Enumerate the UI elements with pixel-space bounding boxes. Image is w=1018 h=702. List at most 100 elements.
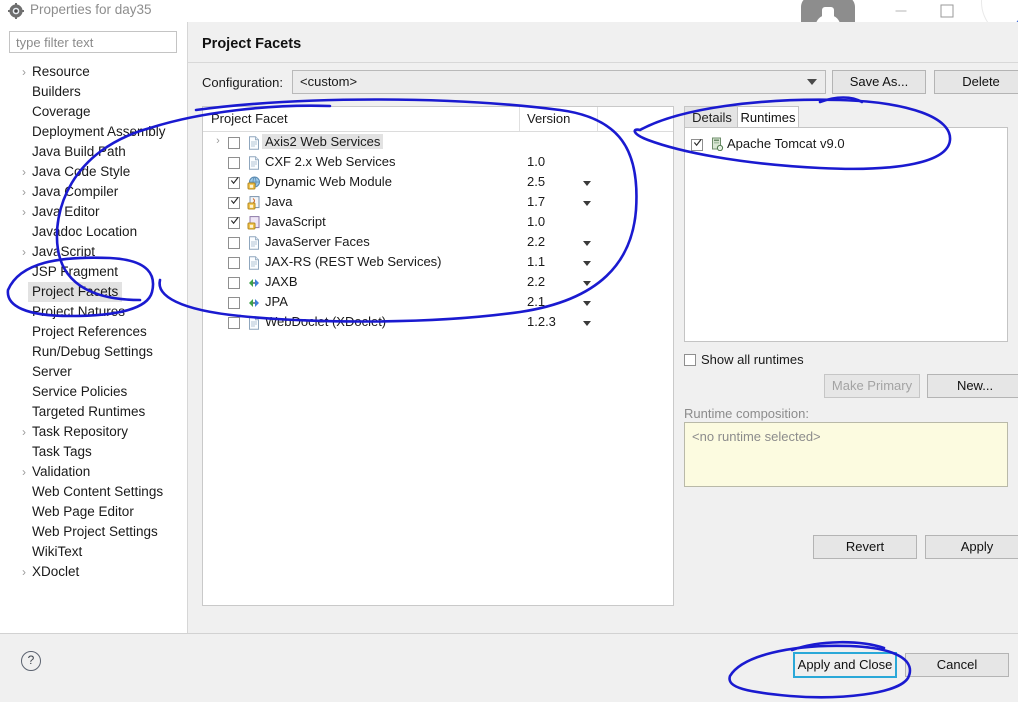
facet-checkbox[interactable]: [228, 157, 240, 169]
show-all-runtimes-box: [684, 354, 696, 366]
sidebar-item-label: Validation: [32, 464, 91, 479]
table-row[interactable]: JavaServer Faces 2.2: [203, 233, 673, 253]
show-all-runtimes-checkbox[interactable]: Show all runtimes: [684, 352, 804, 367]
help-icon[interactable]: ?: [21, 651, 41, 671]
sidebar-item-task-repository[interactable]: › Task Repository: [0, 422, 187, 442]
sidebar-item-javascript[interactable]: › JavaScript: [0, 242, 187, 262]
chevron-right-icon[interactable]: ›: [212, 135, 224, 147]
facet-checkbox[interactable]: [228, 237, 240, 249]
facet-version: 1.2.3: [527, 314, 556, 329]
chevron-right-icon[interactable]: ›: [18, 202, 30, 222]
facets-table[interactable]: Project Facet Version › Axis2 Web Service…: [202, 106, 674, 606]
chevron-right-icon[interactable]: ›: [18, 562, 30, 582]
sidebar-item-validation[interactable]: › Validation: [0, 462, 187, 482]
version-dropdown-icon[interactable]: [583, 321, 591, 326]
sidebar-item-jsp-fragment[interactable]: JSP Fragment: [0, 262, 187, 282]
apply-and-close-button[interactable]: Apply and Close: [793, 652, 897, 678]
sidebar-item-java-build-path[interactable]: Java Build Path: [0, 142, 187, 162]
sidebar-item-project-natures[interactable]: Project Natures: [0, 302, 187, 322]
facet-checkbox[interactable]: [228, 216, 240, 229]
chevron-right-icon[interactable]: ›: [18, 242, 30, 262]
page-title: Project Facets: [202, 36, 302, 52]
version-dropdown-icon[interactable]: [583, 281, 591, 286]
tab-details[interactable]: Details: [684, 106, 740, 128]
table-row[interactable]: › Axis2 Web Services: [203, 133, 673, 153]
facet-checkbox[interactable]: [228, 176, 240, 189]
table-row[interactable]: Dynamic Web Module 2.5: [203, 173, 673, 193]
sidebar-item-wikitext[interactable]: WikiText: [0, 542, 187, 562]
sidebar-item-deployment-assembly[interactable]: Deployment Assembly: [0, 122, 187, 142]
sidebar-item-label: Java Compiler: [32, 184, 119, 199]
sidebar-item-builders[interactable]: Builders: [0, 82, 187, 102]
sidebar-item-resource[interactable]: › Resource: [0, 62, 187, 82]
sidebar-item-javadoc-location[interactable]: Javadoc Location: [0, 222, 187, 242]
facet-doc-icon: [247, 136, 261, 150]
sidebar-item-java-editor[interactable]: › Java Editor: [0, 202, 187, 222]
sidebar-item-service-policies[interactable]: Service Policies: [0, 382, 187, 402]
facet-checkbox[interactable]: [228, 257, 240, 269]
sidebar-item-project-facets[interactable]: Project Facets: [0, 282, 187, 302]
table-row[interactable]: WebDoclet (XDoclet) 1.2.3: [203, 313, 673, 333]
chevron-right-icon[interactable]: ›: [18, 462, 30, 482]
revert-button[interactable]: Revert: [813, 535, 917, 559]
sidebar-item-label: Task Tags: [32, 444, 92, 459]
runtime-composition-box: <no runtime selected>: [684, 422, 1008, 487]
facet-name: Dynamic Web Module: [265, 174, 392, 189]
new-runtime-button[interactable]: New...: [927, 374, 1018, 398]
sidebar-item-task-tags[interactable]: Task Tags: [0, 442, 187, 462]
sidebar-item-java-compiler[interactable]: › Java Compiler: [0, 182, 187, 202]
save-as-button[interactable]: Save As...: [832, 70, 926, 94]
facet-checkbox[interactable]: [228, 317, 240, 329]
version-dropdown-icon[interactable]: [583, 241, 591, 246]
facet-checkbox[interactable]: [228, 277, 240, 289]
runtime-checkbox[interactable]: [691, 138, 703, 151]
facet-version: 2.2: [527, 274, 546, 289]
facet-arrows-icon: [247, 276, 261, 290]
chevron-right-icon[interactable]: ›: [18, 162, 30, 182]
configuration-select[interactable]: <custom>: [292, 70, 826, 94]
version-dropdown-icon[interactable]: [583, 261, 591, 266]
chevron-right-icon[interactable]: ›: [18, 182, 30, 202]
apply-button[interactable]: Apply: [925, 535, 1018, 559]
sidebar-item-coverage[interactable]: Coverage: [0, 102, 187, 122]
sidebar-item-server[interactable]: Server: [0, 362, 187, 382]
sidebar-item-web-page-editor[interactable]: Web Page Editor: [0, 502, 187, 522]
table-row[interactable]: CXF 2.x Web Services 1.0: [203, 153, 673, 173]
delete-label: Delete: [962, 74, 1000, 89]
table-row[interactable]: JAXB 2.2: [203, 273, 673, 293]
runtimes-list[interactable]: Apache Tomcat v9.0: [684, 127, 1008, 342]
sidebar-item-xdoclet[interactable]: › XDoclet: [0, 562, 187, 582]
delete-button[interactable]: Delete: [934, 70, 1018, 94]
sidebar-item-java-code-style[interactable]: › Java Code Style: [0, 162, 187, 182]
table-row[interactable]: Java 1.7: [203, 193, 673, 213]
sidebar-item-run-debug-settings[interactable]: Run/Debug Settings: [0, 342, 187, 362]
runtime-composition-label: Runtime composition:: [684, 406, 809, 421]
sidebar-item-project-references[interactable]: Project References: [0, 322, 187, 342]
chevron-right-icon[interactable]: ›: [18, 422, 30, 442]
facet-checkbox[interactable]: [228, 137, 240, 149]
tab-runtimes[interactable]: Runtimes: [737, 106, 799, 128]
facet-web-icon: [247, 176, 261, 190]
table-row[interactable]: JPA 2.1: [203, 293, 673, 313]
sidebar-item-label: Project Facets: [28, 282, 123, 302]
facet-checkbox[interactable]: [228, 297, 240, 309]
facet-doc-icon: [247, 156, 261, 170]
maximize-button[interactable]: [924, 0, 970, 22]
sidebar-item-label: Deployment Assembly: [32, 124, 166, 139]
facet-checkbox[interactable]: [228, 196, 240, 209]
facet-name: JavaScript: [265, 214, 326, 229]
table-row[interactable]: JavaScript 1.0: [203, 213, 673, 233]
minimize-button[interactable]: [878, 0, 924, 22]
cancel-button[interactable]: Cancel: [905, 653, 1009, 677]
search-input[interactable]: type filter text: [9, 31, 177, 53]
sidebar-item-web-project-settings[interactable]: Web Project Settings: [0, 522, 187, 542]
version-dropdown-icon[interactable]: [583, 181, 591, 186]
table-row[interactable]: JAX-RS (REST Web Services) 1.1: [203, 253, 673, 273]
facet-version: 1.0: [527, 214, 546, 229]
chevron-right-icon[interactable]: ›: [18, 62, 30, 82]
version-dropdown-icon[interactable]: [583, 301, 591, 306]
sidebar-item-web-content-settings[interactable]: Web Content Settings: [0, 482, 187, 502]
version-dropdown-icon[interactable]: [583, 201, 591, 206]
sidebar-item-targeted-runtimes[interactable]: Targeted Runtimes: [0, 402, 187, 422]
sidebar-item-label: Web Page Editor: [32, 504, 134, 519]
